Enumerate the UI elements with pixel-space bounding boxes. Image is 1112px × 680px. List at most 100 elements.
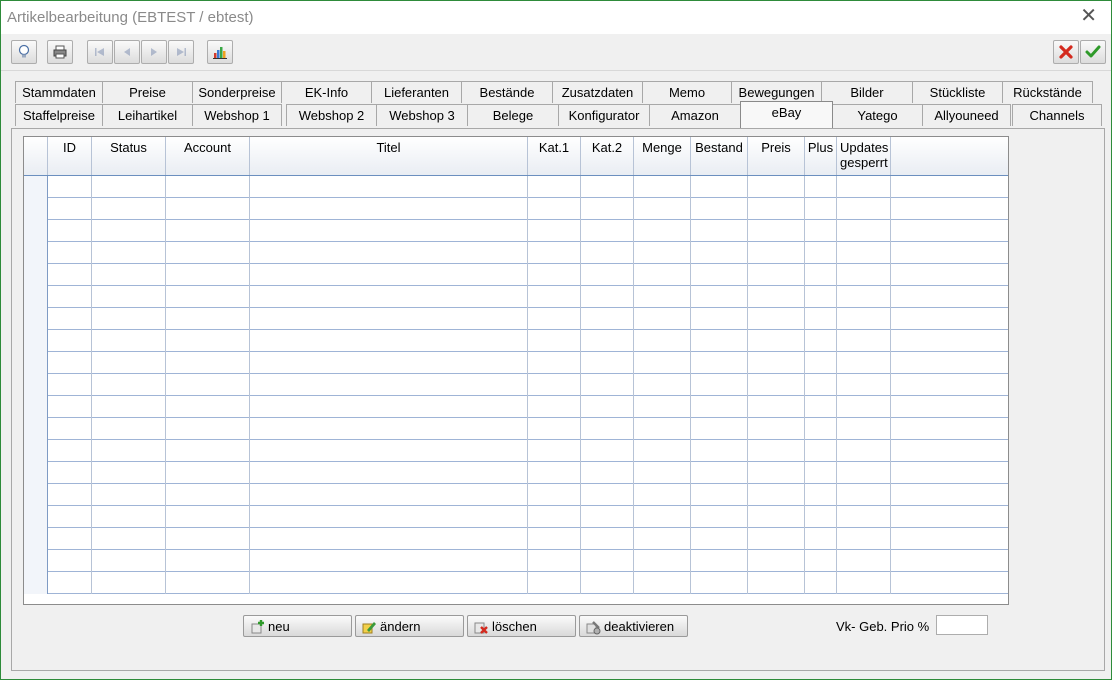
table-cell[interactable] <box>691 396 748 418</box>
row-indicator-cell[interactable] <box>24 462 48 484</box>
table-cell[interactable] <box>891 308 1008 330</box>
table-cell[interactable] <box>48 484 92 506</box>
table-cell[interactable] <box>528 484 581 506</box>
table-cell[interactable] <box>48 572 92 594</box>
table-cell[interactable] <box>634 506 691 528</box>
table-cell[interactable] <box>92 198 166 220</box>
table-cell[interactable] <box>748 462 805 484</box>
table-cell[interactable] <box>48 198 92 220</box>
table-cell[interactable] <box>250 440 528 462</box>
table-cell[interactable] <box>691 462 748 484</box>
table-cell[interactable] <box>92 330 166 352</box>
table-cell[interactable] <box>92 484 166 506</box>
delete-button[interactable]: löschen <box>467 615 576 637</box>
table-cell[interactable] <box>805 462 837 484</box>
table-cell[interactable] <box>805 396 837 418</box>
table-cell[interactable] <box>805 308 837 330</box>
tab-bestaende[interactable]: Bestände <box>461 81 553 103</box>
table-cell[interactable] <box>805 220 837 242</box>
table-cell[interactable] <box>837 550 891 572</box>
table-cell[interactable] <box>891 330 1008 352</box>
table-cell[interactable] <box>528 286 581 308</box>
table-cell[interactable] <box>634 264 691 286</box>
table-cell[interactable] <box>748 308 805 330</box>
table-cell[interactable] <box>528 572 581 594</box>
table-cell[interactable] <box>634 528 691 550</box>
table-cell[interactable] <box>748 242 805 264</box>
table-cell[interactable] <box>748 550 805 572</box>
table-cell[interactable] <box>250 330 528 352</box>
tab-leihartikel[interactable]: Leihartikel <box>102 104 193 126</box>
table-cell[interactable] <box>891 396 1008 418</box>
table-cell[interactable] <box>166 418 250 440</box>
table-cell[interactable] <box>634 198 691 220</box>
tab-sonderpreise[interactable]: Sonderpreise <box>192 81 282 103</box>
table-cell[interactable] <box>891 286 1008 308</box>
table-row[interactable] <box>24 374 1008 396</box>
table-cell[interactable] <box>250 418 528 440</box>
table-row[interactable] <box>24 242 1008 264</box>
column-header-account[interactable]: Account <box>166 137 250 175</box>
table-cell[interactable] <box>748 374 805 396</box>
table-cell[interactable] <box>166 352 250 374</box>
table-cell[interactable] <box>166 220 250 242</box>
tab-ebay[interactable]: eBay <box>740 101 833 128</box>
table-cell[interactable] <box>250 308 528 330</box>
table-cell[interactable] <box>92 264 166 286</box>
row-indicator-cell[interactable] <box>24 198 48 220</box>
table-cell[interactable] <box>581 286 634 308</box>
table-cell[interactable] <box>837 506 891 528</box>
table-cell[interactable] <box>634 418 691 440</box>
ok-button[interactable] <box>1080 40 1106 64</box>
table-cell[interactable] <box>528 440 581 462</box>
table-cell[interactable] <box>92 176 166 198</box>
table-cell[interactable] <box>581 308 634 330</box>
tab-lieferanten[interactable]: Lieferanten <box>371 81 462 103</box>
column-header-status[interactable]: Status <box>92 137 166 175</box>
row-indicator-cell[interactable] <box>24 176 48 198</box>
table-cell[interactable] <box>48 440 92 462</box>
table-cell[interactable] <box>250 286 528 308</box>
table-cell[interactable] <box>581 506 634 528</box>
table-cell[interactable] <box>48 396 92 418</box>
table-cell[interactable] <box>250 506 528 528</box>
table-cell[interactable] <box>748 198 805 220</box>
table-row[interactable] <box>24 264 1008 286</box>
tab-rueckstaende[interactable]: Rückstände <box>1002 81 1093 103</box>
table-cell[interactable] <box>581 242 634 264</box>
table-cell[interactable] <box>250 242 528 264</box>
table-cell[interactable] <box>250 484 528 506</box>
table-cell[interactable] <box>528 528 581 550</box>
table-cell[interactable] <box>92 220 166 242</box>
column-header-kat2[interactable]: Kat.2 <box>581 137 634 175</box>
table-cell[interactable] <box>250 176 528 198</box>
table-row[interactable] <box>24 352 1008 374</box>
table-cell[interactable] <box>837 396 891 418</box>
row-indicator-cell[interactable] <box>24 330 48 352</box>
table-cell[interactable] <box>748 220 805 242</box>
tab-belege[interactable]: Belege <box>467 104 559 126</box>
tab-memo[interactable]: Memo <box>642 81 732 103</box>
table-cell[interactable] <box>581 176 634 198</box>
table-cell[interactable] <box>837 330 891 352</box>
row-indicator-cell[interactable] <box>24 264 48 286</box>
column-header-updates-gesperrt[interactable]: Updates gesperrt <box>837 137 891 175</box>
table-cell[interactable] <box>691 242 748 264</box>
tab-preise[interactable]: Preise <box>102 81 193 103</box>
prev-record-button[interactable] <box>114 40 140 64</box>
deactivate-button[interactable]: deaktivieren <box>579 615 688 637</box>
close-icon[interactable]: ✕ <box>1080 6 1097 26</box>
table-cell[interactable] <box>634 462 691 484</box>
table-cell[interactable] <box>48 286 92 308</box>
table-cell[interactable] <box>748 528 805 550</box>
table-row[interactable] <box>24 572 1008 594</box>
table-cell[interactable] <box>837 242 891 264</box>
table-cell[interactable] <box>691 308 748 330</box>
table-cell[interactable] <box>581 462 634 484</box>
row-indicator-cell[interactable] <box>24 506 48 528</box>
table-cell[interactable] <box>837 440 891 462</box>
table-row[interactable] <box>24 330 1008 352</box>
tab-amazon[interactable]: Amazon <box>649 104 741 126</box>
table-cell[interactable] <box>891 440 1008 462</box>
table-cell[interactable] <box>48 264 92 286</box>
